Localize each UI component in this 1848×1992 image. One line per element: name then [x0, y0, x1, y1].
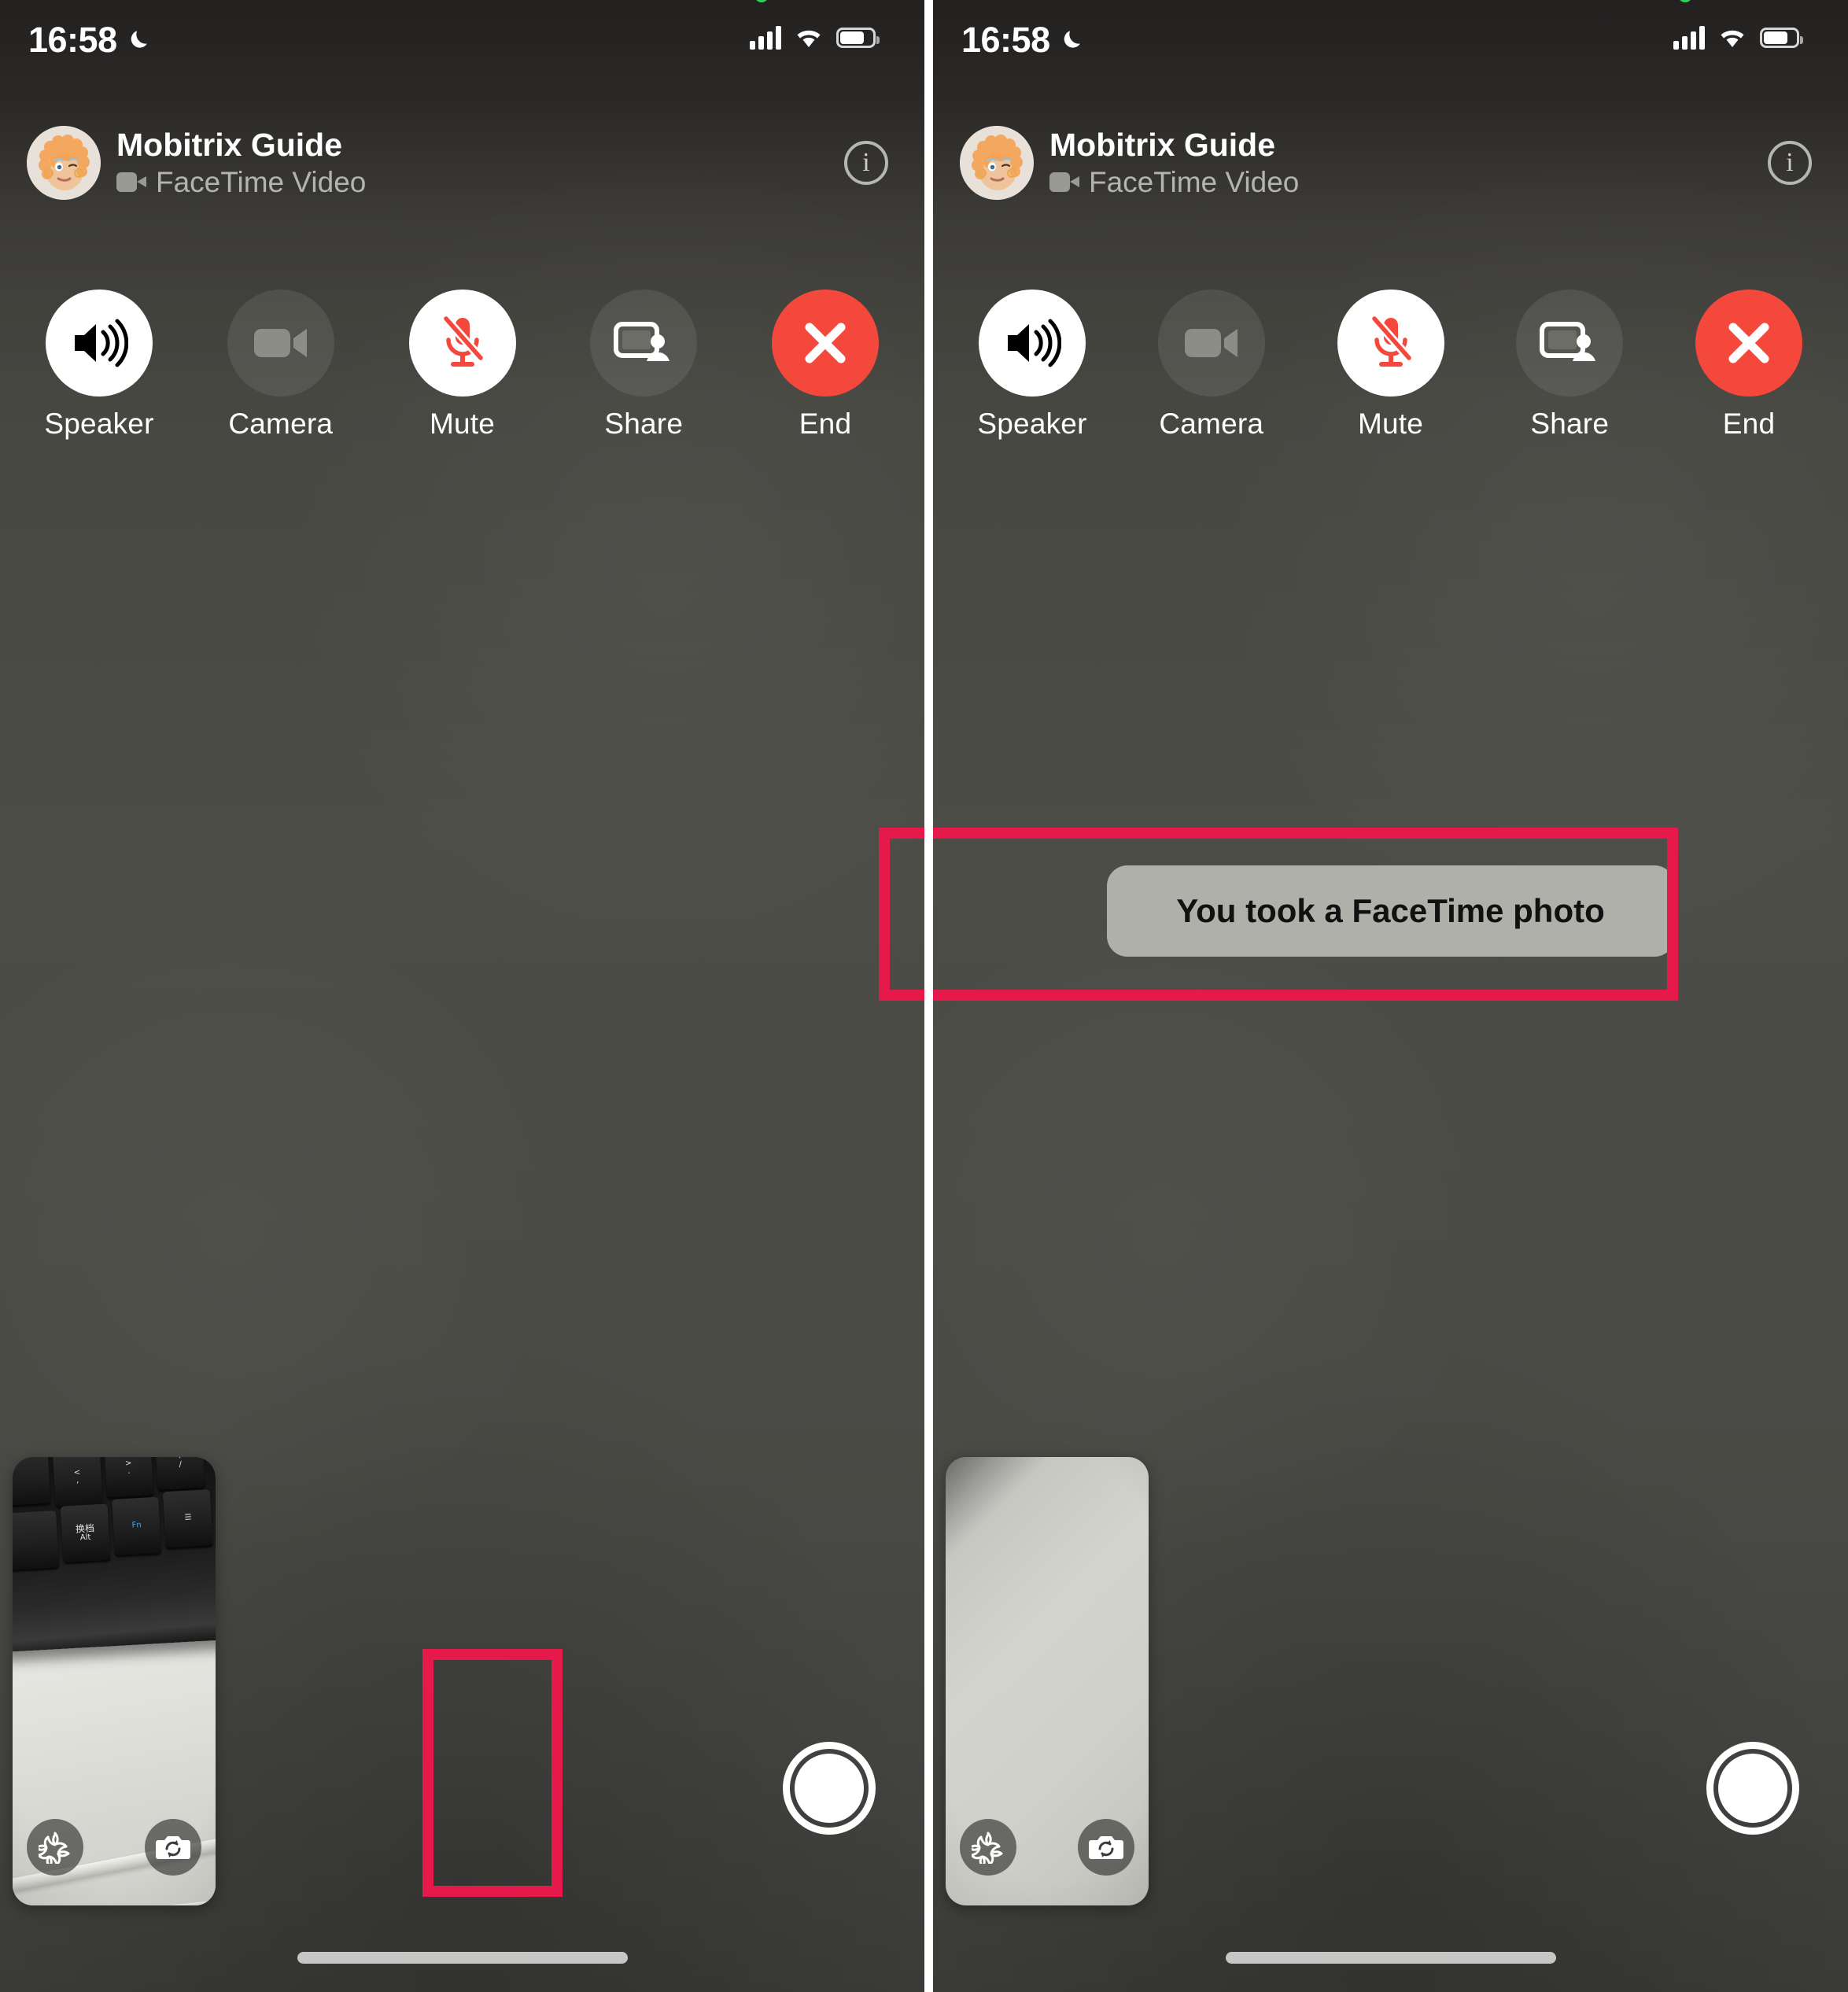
crescent-moon-icon	[128, 27, 153, 52]
flip-camera-icon[interactable]	[145, 1819, 201, 1876]
close-x-icon	[805, 323, 846, 363]
speaker-button[interactable]: Speaker	[28, 290, 170, 441]
close-x-icon	[1728, 323, 1769, 363]
home-indicator[interactable]	[1225, 1952, 1556, 1964]
avatar	[27, 126, 101, 200]
phone-screen-before: 16:58 Mobitrix Guide FaceTime Video i Sp…	[0, 0, 924, 1992]
speaker-button-circle[interactable]	[46, 290, 153, 397]
flip-camera-icon[interactable]	[1078, 1819, 1134, 1876]
toast-pill: You took a FaceTime photo	[1106, 865, 1675, 957]
caller-header: Mobitrix Guide FaceTime Video i	[27, 126, 888, 200]
call-controls: Speaker Camera Mute Share End	[0, 290, 924, 441]
microphone-slash-icon	[1370, 314, 1413, 367]
video-camera-icon	[1184, 329, 1238, 357]
camera-button-label: Camera	[228, 408, 334, 440]
crescent-moon-icon	[1061, 27, 1086, 52]
end-call-button-label: End	[1722, 408, 1776, 440]
speaker-button-label: Speaker	[977, 408, 1087, 440]
mute-button-circle[interactable]	[1337, 290, 1444, 397]
avatar	[960, 126, 1034, 200]
share-button[interactable]: Share	[1499, 290, 1640, 441]
call-type-row: FaceTime Video	[116, 165, 844, 199]
cellular-signal-bars-icon	[1673, 26, 1705, 50]
end-call-button-label: End	[799, 408, 852, 440]
self-view-pip[interactable]	[946, 1457, 1149, 1905]
camera-button-circle[interactable]	[227, 290, 334, 397]
call-type-row: FaceTime Video	[1049, 165, 1768, 199]
self-view-pip[interactable]: <, >. ?/ 换档Alt Fn ☰	[13, 1457, 216, 1905]
share-button-label: Share	[604, 408, 684, 440]
shutter-button[interactable]	[1706, 1742, 1799, 1835]
call-type-label: FaceTime Video	[1089, 165, 1300, 198]
status-bar: 16:58	[0, 0, 924, 76]
info-circle-icon[interactable]: i	[844, 141, 888, 185]
status-time: 16:58	[28, 19, 117, 60]
speaker-button[interactable]: Speaker	[961, 290, 1103, 441]
green-privacy-dot-icon	[754, 0, 769, 2]
end-call-button[interactable]: End	[1678, 290, 1820, 441]
home-indicator[interactable]	[297, 1952, 628, 1964]
end-call-button[interactable]: End	[754, 290, 896, 441]
camera-button-label: Camera	[1159, 408, 1264, 440]
shareplay-screen-person-icon	[614, 322, 670, 361]
mute-button-label: Mute	[1357, 408, 1424, 440]
caller-info: Mobitrix Guide FaceTime Video	[1049, 127, 1768, 199]
speaker-wave-icon	[1008, 319, 1061, 367]
speaker-wave-icon	[75, 319, 128, 367]
toast-message: You took a FaceTime photo	[1176, 892, 1605, 929]
wifi-icon	[1717, 26, 1747, 50]
panel-divider	[924, 0, 933, 1992]
speaker-button-label: Speaker	[44, 408, 154, 440]
mute-button-label: Mute	[429, 408, 496, 440]
screenshot-pair: 16:58 Mobitrix Guide FaceTime Video i Sp…	[0, 0, 1848, 1992]
status-bar-left: 16:58	[961, 19, 1086, 57]
self-view-controls	[13, 1803, 216, 1905]
phone-screen-after: 16:58 Mobitrix Guide FaceTime Video i Sp…	[933, 0, 1848, 1992]
shareplay-screen-person-icon	[1540, 322, 1596, 361]
end-call-button-circle[interactable]	[772, 290, 879, 397]
video-camera-icon	[253, 329, 307, 357]
caller-header: Mobitrix Guide FaceTime Video i	[960, 126, 1812, 200]
self-view-controls	[946, 1803, 1149, 1905]
mute-button[interactable]: Mute	[392, 290, 533, 441]
caller-name: Mobitrix Guide	[1049, 126, 1275, 163]
battery-icon	[836, 28, 880, 48]
effects-star-pinwheel-icon[interactable]	[960, 1819, 1016, 1876]
camera-button-circle[interactable]	[1157, 290, 1265, 397]
video-camera-icon	[116, 172, 146, 193]
call-type-label: FaceTime Video	[156, 165, 367, 198]
share-button-circle[interactable]	[590, 290, 698, 397]
status-bar-right	[750, 0, 880, 50]
speaker-button-circle[interactable]	[979, 290, 1086, 397]
status-time: 16:58	[961, 19, 1050, 60]
video-camera-icon	[1049, 172, 1079, 193]
status-bar: 16:58	[933, 0, 1848, 76]
camera-button[interactable]: Camera	[210, 290, 352, 441]
mute-button[interactable]: Mute	[1320, 290, 1462, 441]
caller-info: Mobitrix Guide FaceTime Video	[116, 127, 844, 199]
green-privacy-dot-icon	[1678, 0, 1692, 2]
status-bar-left: 16:58	[28, 19, 153, 57]
share-button-circle[interactable]	[1516, 290, 1624, 397]
battery-icon	[1760, 28, 1803, 48]
mute-button-circle[interactable]	[408, 290, 516, 397]
facetime-photo-toast: You took a FaceTime photo	[933, 865, 1848, 957]
status-bar-right	[1673, 0, 1803, 50]
info-circle-icon[interactable]: i	[1768, 141, 1812, 185]
microphone-slash-icon	[441, 314, 485, 367]
wifi-icon	[794, 26, 824, 50]
effects-star-pinwheel-icon[interactable]	[27, 1819, 83, 1876]
shutter-button[interactable]	[783, 1742, 876, 1835]
call-controls: Speaker Camera Mute Share End	[933, 290, 1848, 441]
cellular-signal-bars-icon	[750, 26, 781, 50]
camera-button[interactable]: Camera	[1141, 290, 1282, 441]
share-button-label: Share	[1530, 408, 1610, 440]
end-call-button-circle[interactable]	[1695, 290, 1802, 397]
caller-name: Mobitrix Guide	[116, 126, 342, 163]
share-button[interactable]: Share	[573, 290, 714, 441]
